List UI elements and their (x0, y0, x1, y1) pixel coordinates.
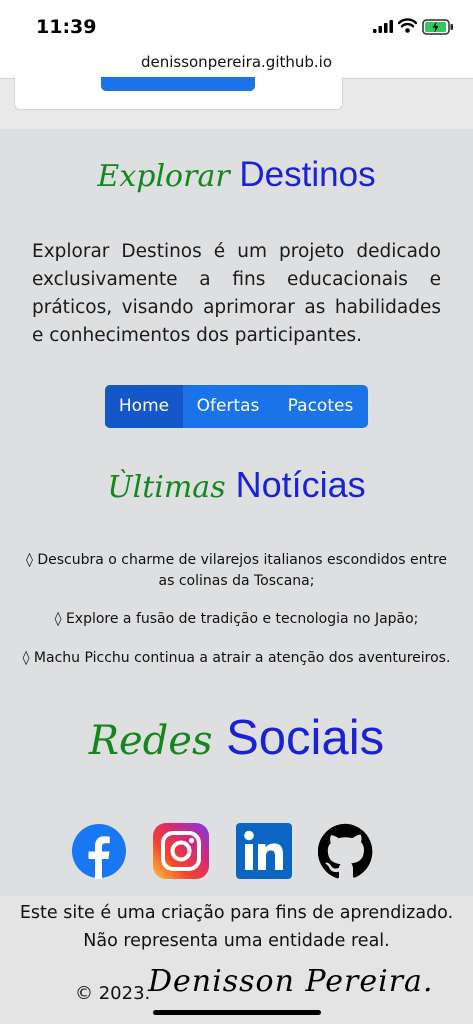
signal-icon (373, 20, 393, 33)
noticias-heading-bold: Notícias (235, 464, 366, 505)
destinos-heading-script: Explorar (97, 159, 230, 194)
destinos-heading-bold: Destinos (239, 155, 376, 194)
footer: Este site é uma criação para fins de apr… (0, 896, 473, 1024)
address-bar[interactable]: denissonpereira.github.io (0, 48, 473, 79)
copyright-text: © 2023. (75, 983, 151, 1004)
github-icon[interactable] (318, 823, 374, 879)
intro-paragraph: Explorar Destinos é um projeto dedicado … (32, 241, 441, 346)
redes-heading-bold: Sociais (226, 711, 385, 765)
linkedin-icon[interactable] (236, 823, 292, 879)
destinos-heading: Explorar Destinos (0, 155, 473, 195)
noticias-heading: Ùltimas Notícias (0, 464, 473, 506)
redes-heading: Redes Sociais (0, 710, 473, 766)
previous-card (14, 77, 343, 110)
noticias-heading-script: Ùltimas (107, 470, 226, 505)
card-button[interactable] (101, 77, 255, 91)
footer-disclaimer: Este site é uma criação para fins de apr… (19, 903, 454, 951)
news-item: ◊ Machu Picchu continua a atrair a atenç… (22, 650, 451, 666)
nav-home-link[interactable]: Home (105, 385, 183, 428)
wifi-icon (398, 18, 417, 33)
nav-bar: Home Ofertas Pacotes (105, 385, 368, 428)
facebook-icon[interactable] (71, 823, 127, 879)
nav-pacotes-link[interactable]: Pacotes (273, 385, 368, 428)
url-text: denissonpereira.github.io (140, 53, 333, 71)
news-item: ◊ Explore a fusão de tradição e tecnolog… (54, 611, 419, 627)
news-item: ◊ Descubra o charme de vilarejos italian… (25, 552, 448, 589)
battery-icon (422, 19, 453, 35)
home-indicator (153, 1010, 321, 1015)
signature-text: Denisson Pereira. (148, 964, 434, 999)
status-bar: 11:39 (0, 0, 473, 48)
nav-ofertas-link[interactable]: Ofertas (183, 385, 273, 428)
top-section (0, 77, 473, 129)
instagram-icon[interactable] (153, 823, 209, 879)
status-time: 11:39 (36, 16, 97, 38)
redes-heading-script: Redes (88, 718, 213, 764)
